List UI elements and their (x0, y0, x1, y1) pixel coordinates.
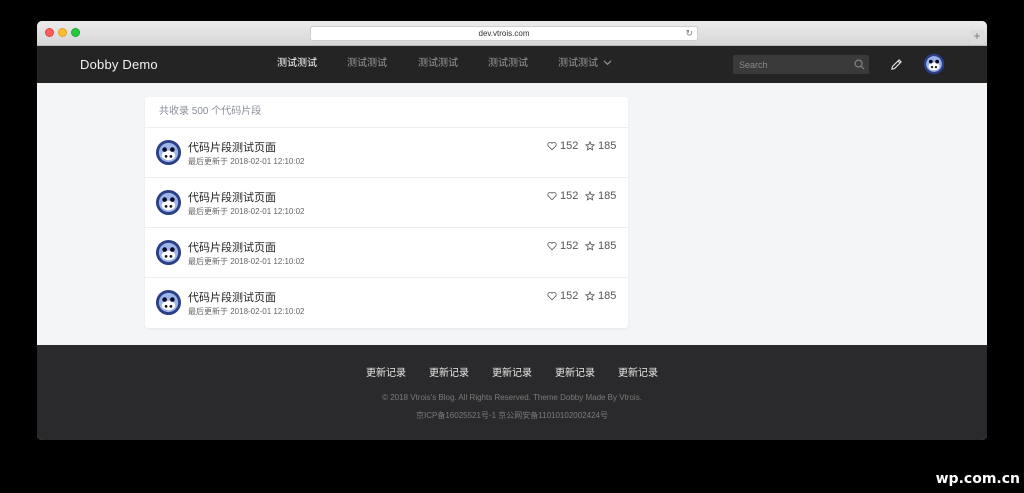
nav-item-3[interactable]: 测试测试 (418, 46, 458, 83)
chevron-down-icon (603, 60, 612, 66)
nav-item-5-dropdown[interactable]: 测试测试 (558, 46, 612, 83)
heart-icon (547, 291, 557, 301)
snippet-row[interactable]: 代码片段测试页面 最后更新于 2018-02-01 12:10:02 152 1… (145, 228, 628, 278)
likes-value: 152 (560, 240, 579, 252)
snippet-row[interactable]: 代码片段测试页面 最后更新于 2018-02-01 12:10:02 152 1… (145, 128, 628, 178)
close-window-button[interactable] (45, 28, 54, 37)
likes-value: 152 (560, 190, 579, 202)
author-avatar (155, 189, 182, 216)
snippet-updated-time: 最后更新于 2018-02-01 12:10:02 (188, 257, 305, 266)
snippet-list-card: 共收录 500 个代码片段 代码片段测试页面 最后更新于 2018-02-01 … (145, 97, 628, 328)
icp-license-text[interactable]: 京ICP备16025521号-1 京公网安备11010102002424号 (37, 410, 987, 421)
minimize-window-button[interactable] (58, 28, 67, 37)
footer-link-changelog[interactable]: 更新记录 (366, 364, 406, 379)
user-avatar[interactable] (923, 53, 945, 75)
site-navbar: Dobby Demo 测试测试 测试测试 测试测试 测试测试 测试测试 (37, 46, 987, 83)
snippet-updated-time: 最后更新于 2018-02-01 12:10:02 (188, 307, 305, 316)
footer-link-changelog[interactable]: 更新记录 (618, 364, 658, 379)
browser-window: dev.vtrois.com ↻ Dobby Demo 测试测试 测试测试 测试… (37, 21, 987, 440)
heart-icon (547, 191, 557, 201)
nav-item-5-label: 测试测试 (558, 58, 598, 69)
stars-count[interactable]: 185 (584, 289, 617, 303)
stars-value: 185 (598, 290, 617, 302)
pencil-icon[interactable] (890, 58, 903, 71)
snippet-row[interactable]: 代码片段测试页面 最后更新于 2018-02-01 12:10:02 152 1… (145, 278, 628, 328)
new-tab-button[interactable]: + (970, 30, 984, 44)
stars-value: 185 (598, 140, 617, 152)
browser-toolbar: dev.vtrois.com ↻ (37, 21, 987, 46)
author-avatar (155, 139, 182, 166)
heart-icon (547, 241, 557, 251)
copyright-text: © 2018 Vtrois's Blog. All Rights Reserve… (382, 393, 642, 402)
site-brand[interactable]: Dobby Demo (80, 46, 158, 83)
snippet-title[interactable]: 代码片段测试页面 (188, 139, 276, 155)
reload-icon[interactable]: ↻ (685, 27, 693, 40)
stars-count[interactable]: 185 (584, 139, 617, 153)
stars-count[interactable]: 185 (584, 189, 617, 203)
snippet-title[interactable]: 代码片段测试页面 (188, 239, 276, 255)
likes-count[interactable]: 152 (547, 289, 578, 303)
search-icon[interactable] (854, 59, 865, 70)
star-icon (584, 190, 596, 201)
footer-link-changelog[interactable]: 更新记录 (429, 364, 469, 379)
heart-icon (547, 141, 557, 151)
stars-value: 185 (598, 240, 617, 252)
star-icon (584, 240, 596, 251)
star-icon (584, 140, 596, 151)
url-text: dev.vtrois.com (478, 29, 530, 38)
nav-item-4[interactable]: 测试测试 (488, 46, 528, 83)
footer-link-changelog[interactable]: 更新记录 (555, 364, 595, 379)
likes-value: 152 (560, 140, 579, 152)
snippet-updated-time: 最后更新于 2018-02-01 12:10:02 (188, 207, 305, 216)
footer-link-changelog[interactable]: 更新记录 (492, 364, 532, 379)
likes-count[interactable]: 152 (547, 139, 578, 153)
author-avatar (155, 239, 182, 266)
watermark-text: wp.com.cn (935, 471, 1020, 487)
search-input[interactable] (733, 55, 869, 74)
stars-count[interactable]: 185 (584, 239, 617, 253)
main-content: 共收录 500 个代码片段 代码片段测试页面 最后更新于 2018-02-01 … (37, 83, 987, 345)
snippet-title[interactable]: 代码片段测试页面 (188, 189, 276, 205)
stars-value: 185 (598, 190, 617, 202)
snippet-count-header: 共收录 500 个代码片段 (145, 97, 628, 128)
snippet-row[interactable]: 代码片段测试页面 最后更新于 2018-02-01 12:10:02 152 1… (145, 178, 628, 228)
nav-item-1[interactable]: 测试测试 (277, 46, 317, 83)
likes-count[interactable]: 152 (547, 239, 578, 253)
author-avatar (155, 289, 182, 316)
likes-value: 152 (560, 290, 579, 302)
snippet-updated-time: 最后更新于 2018-02-01 12:10:02 (188, 157, 305, 166)
maximize-window-button[interactable] (71, 28, 80, 37)
star-icon (584, 290, 596, 301)
address-bar[interactable]: dev.vtrois.com ↻ (310, 26, 698, 41)
site-footer: 更新记录 更新记录 更新记录 更新记录 更新记录 © 2018 Vtrois's… (37, 345, 987, 440)
likes-count[interactable]: 152 (547, 189, 578, 203)
snippet-title[interactable]: 代码片段测试页面 (188, 289, 276, 305)
nav-item-2[interactable]: 测试测试 (347, 46, 387, 83)
